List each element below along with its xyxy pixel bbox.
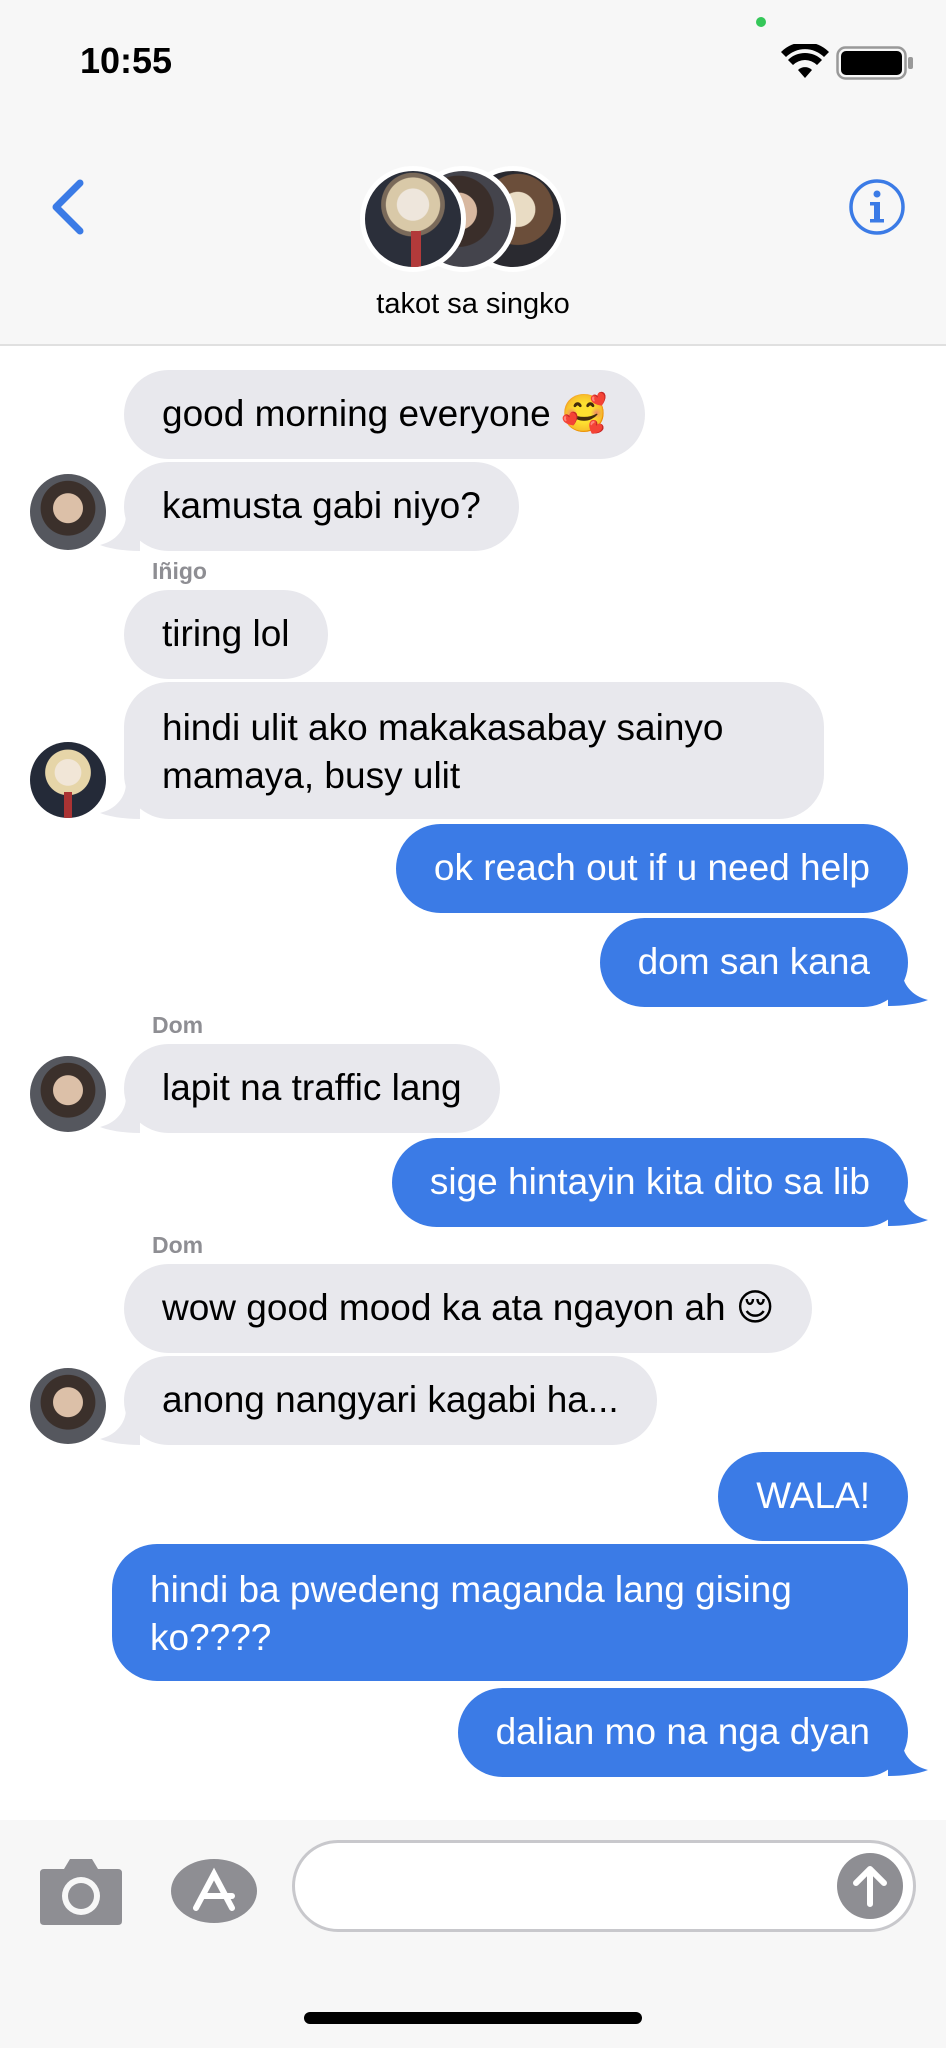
group-name[interactable]: takot sa singko [0, 288, 946, 321]
bubble-tail [888, 1740, 928, 1776]
arrow-up-icon[interactable] [836, 1852, 904, 1920]
message-bubble-outgoing[interactable]: WALA! [718, 1452, 908, 1541]
wifi-icon [781, 44, 829, 78]
avatar-dom[interactable] [30, 1368, 106, 1444]
message-bubble-outgoing[interactable]: sige hintayin kita dito sa lib [391, 1138, 908, 1227]
messages-app: 10:55 takot sa singko good morning every… [0, 0, 946, 2048]
sender-name: Dom [152, 1012, 204, 1038]
message-bubble-outgoing[interactable]: hindi ba pwedeng maganda lang gising ko?… [112, 1544, 908, 1681]
camera-icon[interactable] [38, 1855, 124, 1927]
bubble-tail [100, 1409, 140, 1445]
bubble-tail [100, 783, 140, 819]
status-time: 10:55 [80, 40, 173, 81]
bubble-tail [888, 1190, 928, 1226]
group-avatar-1 [360, 166, 466, 272]
message-bubble-outgoing[interactable]: dom san kana [599, 918, 908, 1007]
message-input[interactable] [292, 1840, 916, 1932]
avatar-inigo[interactable] [30, 742, 106, 818]
bubble-tail [100, 1097, 140, 1133]
message-list[interactable]: good morning everyone 🥰 kamusta gabi niy… [0, 348, 946, 1818]
message-bubble-incoming[interactable]: hindi ulit ako makakasabay sainyo mamaya… [124, 682, 824, 819]
avatar-dom[interactable] [30, 1056, 106, 1132]
message-bubble-incoming[interactable]: good morning everyone 🥰 [124, 370, 646, 459]
sender-name: Dom [152, 1232, 204, 1258]
message-bubble-incoming[interactable]: anong nangyari kagabi ha... [124, 1356, 657, 1445]
message-bubble-incoming[interactable]: tiring lol [124, 590, 328, 679]
group-avatars[interactable] [360, 166, 570, 276]
info-icon[interactable] [848, 178, 906, 236]
message-bubble-outgoing[interactable]: ok reach out if u need help [395, 824, 908, 913]
message-bubble-incoming[interactable]: kamusta gabi niyo? [124, 462, 519, 551]
app-store-icon[interactable] [170, 1858, 258, 1924]
bubble-tail [888, 970, 928, 1006]
bubble-tail [100, 515, 140, 551]
conversation-header: 10:55 takot sa singko [0, 0, 946, 346]
battery-icon [836, 46, 913, 80]
avatar-dom[interactable] [30, 474, 106, 550]
status-bar: 10:55 [0, 0, 946, 130]
back-button[interactable] [44, 175, 94, 239]
sender-name: Iñigo [152, 558, 207, 584]
message-bubble-incoming[interactable]: wow good mood ka ata ngayon ah 😌 [124, 1264, 813, 1353]
home-indicator[interactable] [304, 2012, 642, 2024]
privacy-indicator-dot [756, 17, 766, 27]
message-bubble-outgoing[interactable]: dalian mo na nga dyan [457, 1688, 908, 1777]
message-bubble-incoming[interactable]: lapit na traffic lang [124, 1044, 500, 1133]
